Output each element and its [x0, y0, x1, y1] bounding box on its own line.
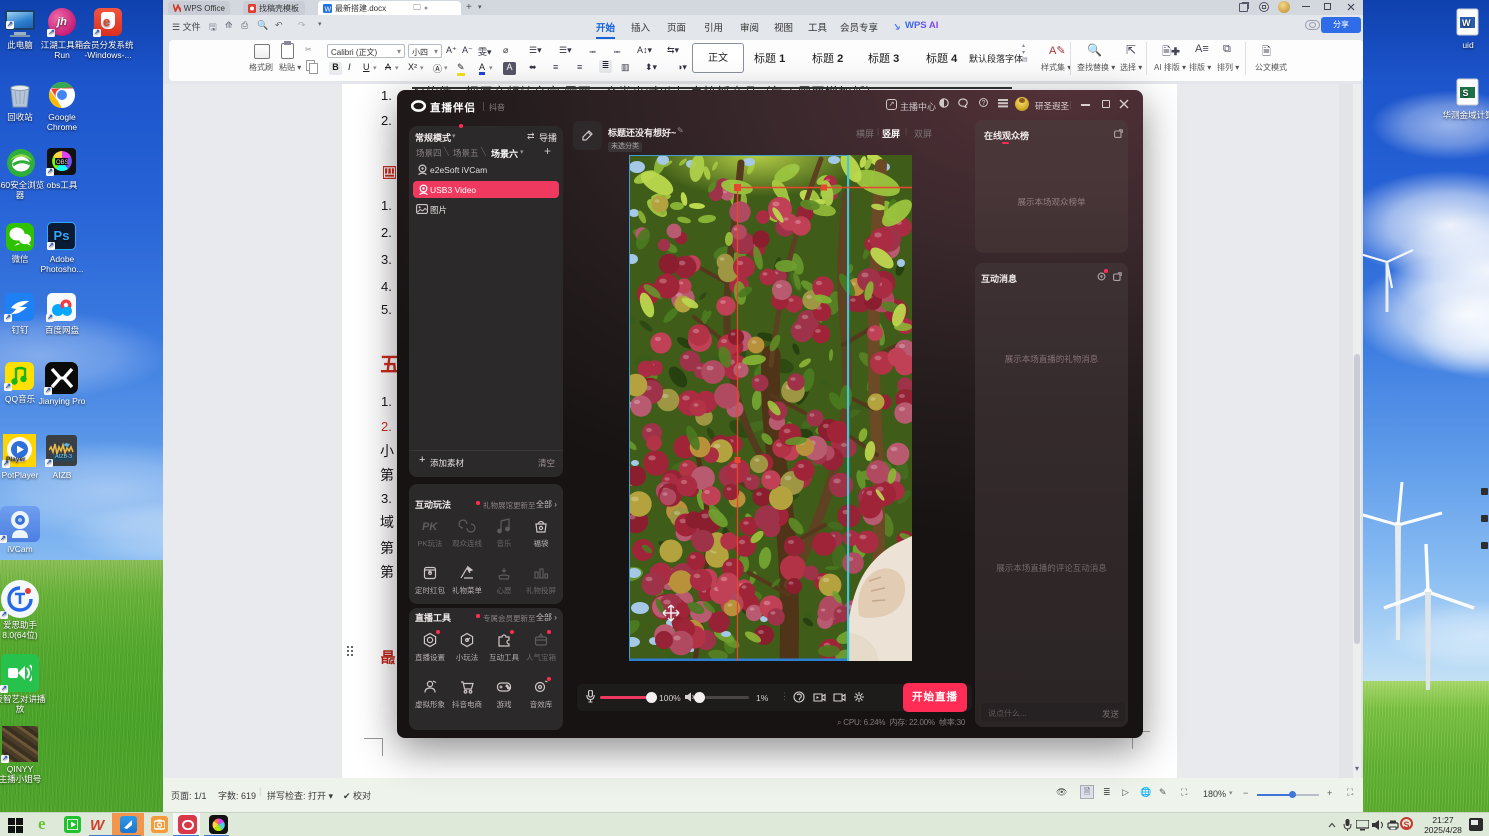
svg-text:W: W: [325, 6, 332, 13]
svg-text:S: S: [1463, 88, 1469, 98]
svg-text:OBS: OBS: [56, 160, 69, 166]
svg-text:W: W: [1462, 18, 1471, 28]
svg-text:PK: PK: [422, 521, 438, 533]
